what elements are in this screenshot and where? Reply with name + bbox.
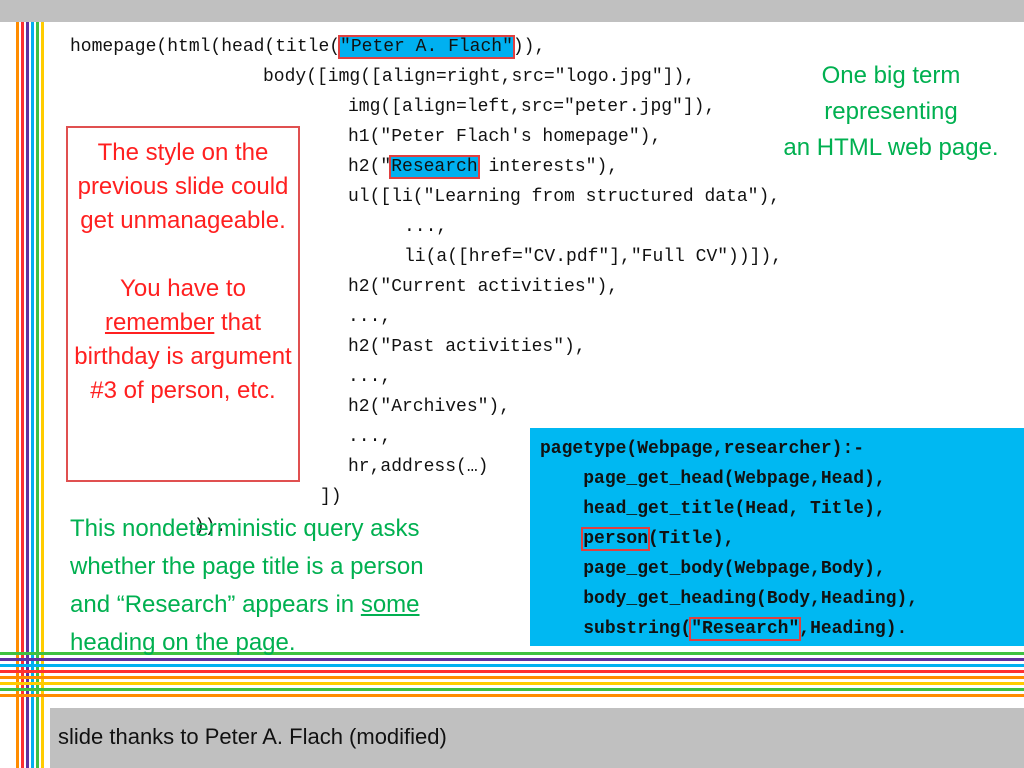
vertical-stripe [21,22,24,768]
title-highlight: "Peter A. Flach" [338,35,515,59]
horizontal-stripe [0,670,1024,673]
vertical-stripe [36,22,39,768]
code-line: homepage(html(head(title("Peter A. Flach… [70,35,546,59]
vertical-stripe [41,22,44,768]
query-line: body_get_heading(Body,Heading), [583,589,919,609]
code-line: h2("Research interests"), [348,155,619,179]
person-highlight: person [581,527,651,551]
code-line: h1("Peter Flach's homepage"), [348,127,662,147]
research-highlight: Research [389,155,480,179]
query-line: page_get_body(Webpage,Body), [583,559,886,579]
code-line: ..., [348,367,392,387]
horizontal-stripe [0,694,1024,697]
horizontal-stripe [0,664,1024,667]
research-string-highlight: "Research" [689,617,802,641]
horizontal-stripe [0,688,1024,691]
big-term-note: One big term representing an HTML web pa… [783,62,999,161]
code-line: h2("Past activities"), [348,337,586,357]
code-line: hr,address(…) [348,457,489,477]
remember-note-text: You have to remember that birthday is ar… [74,275,292,404]
code-line: ..., [348,427,392,447]
style-note-text: The style on the previous slide could ge… [77,139,289,234]
query-line: page_get_head(Webpage,Head), [583,469,886,489]
query-code: pagetype(Webpage,researcher):- page_get_… [540,439,919,641]
code-line: img([align=left,src="peter.jpg"]), [348,97,716,117]
horizontal-stripe [0,676,1024,679]
code-line: ]) [320,487,342,507]
footer-credit: slide thanks to Peter A. Flach (modified… [58,724,447,749]
code-line: ul([li("Learning from structured data"), [348,187,781,207]
style-note-box: The style on the previous slide could ge… [66,126,300,482]
code-line: li(a([href="CV.pdf"],"Full CV"))]), [404,247,783,267]
code-line: h2("Archives"), [348,397,511,417]
top-bar [0,0,1024,22]
vertical-stripe [31,22,34,768]
code-line: h2("Current activities"), [348,277,619,297]
query-line: head_get_title(Head, Title), [583,499,886,519]
code-line: ..., [348,307,392,327]
query-line: pagetype(Webpage,researcher):- [540,439,865,459]
code-line: ..., [404,217,448,237]
horizontal-stripe [0,682,1024,685]
query-explanation-note: This nondeterministic query asks whether… [70,515,424,656]
vertical-stripe [26,22,29,768]
code-line: body([img([align=right,src="logo.jpg"]), [263,67,696,87]
vertical-stripe [16,22,19,768]
